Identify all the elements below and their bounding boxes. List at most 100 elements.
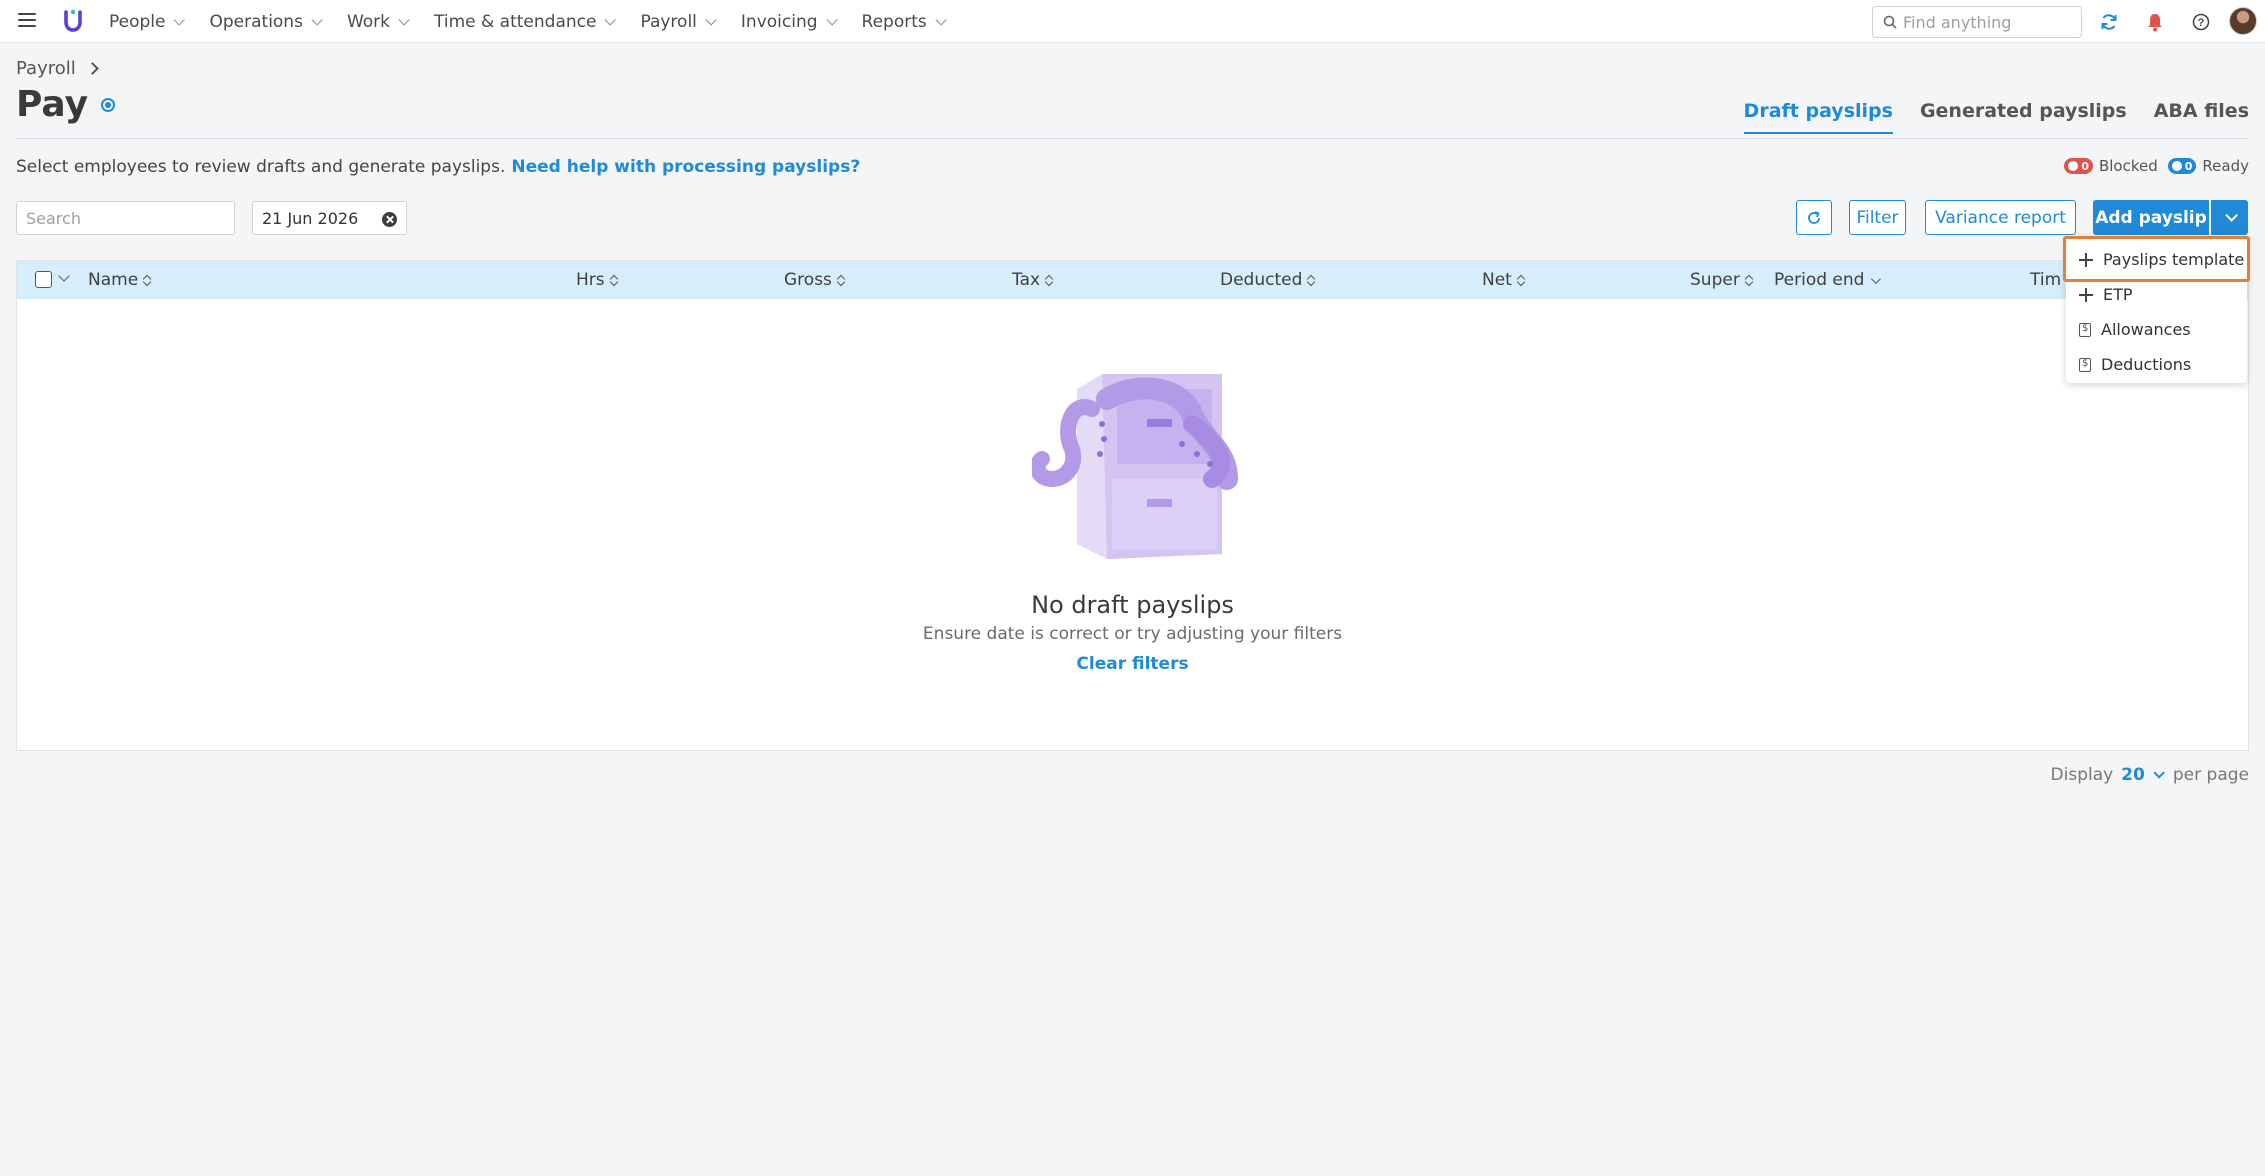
menu-item-label: Deductions <box>2101 355 2192 374</box>
header-divider <box>16 138 2249 139</box>
search-input[interactable] <box>16 201 235 235</box>
empty-state-title: No draft payslips <box>1031 591 1234 619</box>
breadcrumb-payroll[interactable]: Payroll <box>16 58 76 79</box>
alert-icon <box>2068 161 2079 171</box>
menu-item-etp[interactable]: ETP <box>2066 278 2247 311</box>
refresh-button[interactable] <box>1796 200 1832 235</box>
help-link[interactable]: Need help with processing payslips? <box>511 157 860 177</box>
column-label: Tax <box>1012 270 1041 290</box>
column-net[interactable]: Net <box>1482 270 1524 290</box>
nav-label: Work <box>346 11 391 32</box>
ready-count: 0 <box>2184 159 2193 173</box>
sort-icon <box>1045 274 1052 286</box>
global-search-input[interactable] <box>1903 12 2063 32</box>
per-page-control: Display 20 per page <box>2051 765 2249 785</box>
user-avatar[interactable] <box>2229 7 2257 35</box>
nav-work[interactable]: Work <box>346 11 410 32</box>
menu-icon[interactable] <box>18 13 36 29</box>
menu-item-deductions[interactable]: Deductions <box>2066 348 2247 381</box>
check-icon <box>2171 161 2182 171</box>
plus-icon <box>2079 287 2093 302</box>
column-label: Super <box>1690 270 1740 290</box>
nav-invoicing[interactable]: Invoicing <box>740 11 838 32</box>
chevron-right-icon <box>85 62 99 75</box>
ready-label: Ready <box>2202 157 2249 175</box>
filter-button[interactable]: Filter <box>1849 200 1906 235</box>
breadcrumb: Payroll <box>16 58 99 79</box>
clear-date-icon[interactable] <box>382 212 397 227</box>
document-dollar-icon <box>2079 322 2091 337</box>
chevron-down-icon <box>2225 209 2238 222</box>
menu-item-label: ETP <box>2103 285 2133 304</box>
column-label: Name <box>88 270 139 290</box>
menu-item-label: Allowances <box>2101 320 2191 339</box>
column-deducted[interactable]: Deducted <box>1220 270 1314 290</box>
menu-item-label: Payslips template <box>2103 250 2245 269</box>
column-name[interactable]: Name <box>88 270 150 290</box>
nav-time-attendance[interactable]: Time & attendance <box>434 11 617 32</box>
bell-icon[interactable] <box>2144 11 2166 33</box>
column-label: Deducted <box>1220 270 1303 290</box>
nav-label: Time & attendance <box>434 11 597 32</box>
column-super[interactable]: Super <box>1690 270 1752 290</box>
add-payslip-button[interactable]: Add payslip <box>2093 200 2209 235</box>
chevron-down-icon <box>705 13 717 26</box>
help-icon[interactable]: ? <box>2190 11 2212 33</box>
nav-people[interactable]: People <box>109 12 186 32</box>
chevron-down-icon <box>935 13 947 26</box>
top-navigation: People Operations Work Time & attendance… <box>0 0 2265 43</box>
global-search[interactable] <box>1872 6 2082 38</box>
column-tax[interactable]: Tax <box>1012 270 1052 290</box>
menu-item-payslips-template[interactable]: Payslips template <box>2066 243 2247 276</box>
add-payslip-dropdown-button[interactable] <box>2211 200 2248 235</box>
tab-draft-payslips[interactable]: Draft payslips <box>1743 100 1893 134</box>
column-period-end[interactable]: Period end <box>1774 270 1882 290</box>
nav-label: Payroll <box>640 11 697 32</box>
settings-icon[interactable] <box>101 98 115 112</box>
main-nav: People Operations Work Time & attendance… <box>109 0 971 43</box>
svg-text:?: ? <box>2198 17 2205 29</box>
column-hrs[interactable]: Hrs <box>576 270 617 290</box>
nav-operations[interactable]: Operations <box>209 12 323 32</box>
brand-logo-icon[interactable] <box>62 8 84 34</box>
intro-text: Select employees to review drafts and ge… <box>16 157 860 177</box>
blocked-badge: 0 <box>2064 158 2093 174</box>
nav-label: Invoicing <box>740 11 818 32</box>
chevron-down-icon <box>311 13 323 26</box>
menu-item-allowances[interactable]: Allowances <box>2066 313 2247 346</box>
column-label: Hrs <box>576 270 605 290</box>
chevron-down-icon[interactable] <box>58 270 70 282</box>
chevron-down-icon <box>825 13 838 26</box>
column-label: Tim <box>2030 270 2062 290</box>
tab-generated-payslips[interactable]: Generated payslips <box>1920 100 2127 134</box>
variance-report-button[interactable]: Variance report <box>1925 200 2076 235</box>
sync-icon[interactable] <box>2098 11 2120 33</box>
chevron-down-icon <box>398 13 410 26</box>
page-title: Pay <box>16 84 89 125</box>
status-counts: 0 Blocked 0 Ready <box>2064 157 2249 175</box>
tab-aba-files[interactable]: ABA files <box>2154 100 2249 134</box>
nav-payroll[interactable]: Payroll <box>640 11 717 32</box>
add-payslip-menu: Payslips template ETP Allowances Deducti… <box>2063 236 2250 383</box>
select-all-checkbox[interactable] <box>35 271 52 288</box>
sort-icon <box>143 274 150 286</box>
payslip-tabs: Draft payslips Generated payslips ABA fi… <box>1717 100 2249 134</box>
chevron-down-icon <box>2153 767 2165 779</box>
document-dollar-icon <box>2079 357 2091 372</box>
column-gross[interactable]: Gross <box>784 270 844 290</box>
clear-filters-link[interactable]: Clear filters <box>17 654 2248 674</box>
date-value: 21 Jun 2026 <box>262 208 359 228</box>
per-page-select[interactable]: 20 <box>2121 765 2165 785</box>
nav-reports[interactable]: Reports <box>862 12 947 32</box>
chevron-down-icon <box>604 13 617 26</box>
column-time[interactable]: Tim <box>2030 270 2061 290</box>
sort-icon <box>1517 274 1524 286</box>
ready-badge: 0 <box>2167 158 2197 174</box>
date-field[interactable]: 21 Jun 2026 <box>252 201 407 235</box>
per-page-label: per page <box>2172 765 2249 785</box>
empty-filing-cabinet-illustration <box>1032 374 1238 559</box>
empty-state-subtitle: Ensure date is correct or try adjusting … <box>922 624 1343 644</box>
chevron-down-icon <box>173 13 186 26</box>
sort-icon <box>1307 274 1314 286</box>
column-label: Net <box>1482 270 1512 290</box>
